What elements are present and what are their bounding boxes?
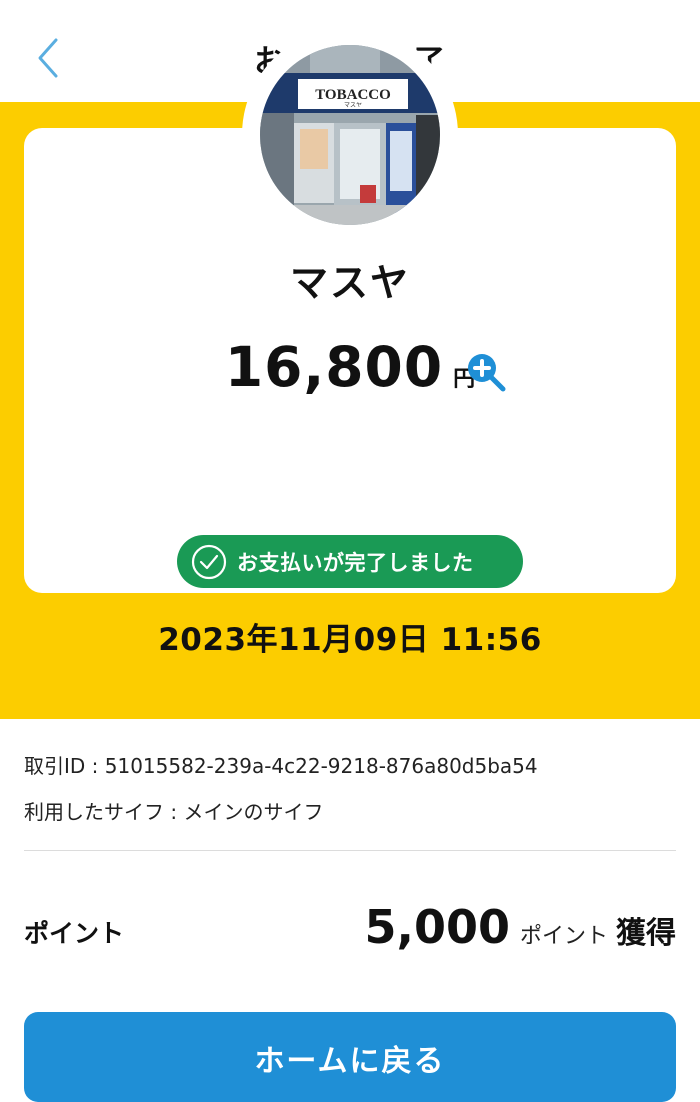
tobacco-sign-sub: マスヤ [344,102,362,109]
divider [24,850,676,851]
payment-status-text: お支払いが完了しました [237,550,474,575]
home-button-label: ホームに戻る [254,1044,446,1079]
check-circle-icon [191,544,227,579]
wallet-used: 利用したサイフ : メインのサイフ [24,800,324,824]
merchant-photo: TOBACCO マスヤ [260,45,440,225]
points-earned-label: 獲得 [616,916,676,951]
points-earned-row: 5,000 ポイント 獲得 [364,900,676,954]
points-label: ポイント [24,919,125,948]
payment-status-badge: お支払いが完了しました [177,535,523,588]
points-value: 5,000 [364,900,510,954]
merchant-name: マスヤ [289,261,410,305]
points-unit: ポイント [519,924,608,949]
home-button[interactable]: ホームに戻る [24,1012,676,1102]
transaction-id: 取引ID : 51015582-239a-4c22-9218-876a80d5b… [24,754,538,778]
payment-amount: 16,800 [224,335,444,399]
tobacco-sign-text: TOBACCO [315,87,391,103]
zoom-in-icon [468,354,506,392]
zoom-in-button[interactable] [466,352,508,394]
amount-row: 16,800 円 [0,335,700,405]
payment-datetime: 2023年11月09日 11:56 [158,622,542,658]
